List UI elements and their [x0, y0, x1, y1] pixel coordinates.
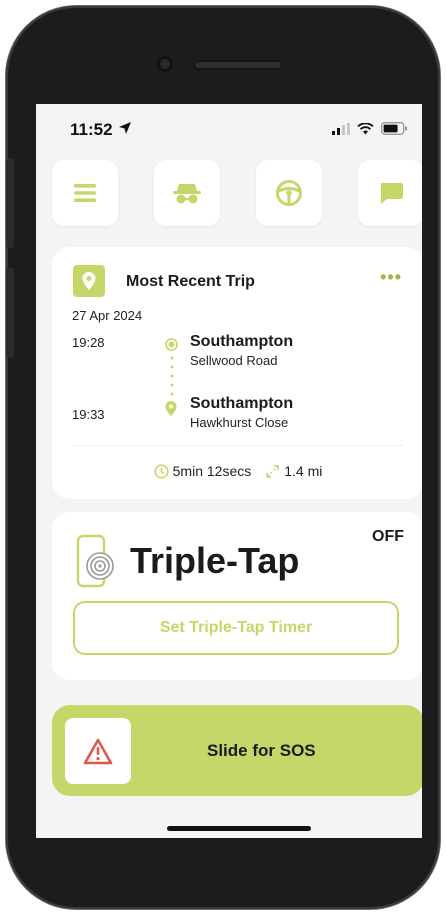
front-camera	[157, 56, 173, 72]
trip-start-place: Southampton	[190, 333, 294, 350]
triple-tap-status[interactable]: OFF	[372, 528, 404, 546]
incognito-icon	[173, 184, 201, 204]
warning-icon	[83, 738, 113, 764]
sos-slider[interactable]: Slide for SOS	[52, 705, 422, 796]
destination-pin-icon	[165, 401, 177, 416]
location-arrow-icon	[119, 122, 131, 134]
triple-tap-title: Triple-Tap	[130, 540, 300, 581]
menu-icon	[74, 184, 96, 202]
trip-duration: 5min 12secs	[172, 463, 252, 479]
signal-icon	[332, 122, 350, 135]
status-icons	[332, 122, 408, 135]
battery-icon	[381, 122, 407, 135]
origin-dot-icon	[165, 338, 178, 351]
more-options-icon[interactable]: •••	[380, 267, 402, 288]
menu-button[interactable]	[52, 160, 118, 226]
incognito-button[interactable]	[154, 160, 220, 226]
trip-distance: 1.4 mi	[284, 463, 323, 479]
phone-frame: 11:52 Most Recent Trip ••• 27 Apr 2024 1…	[6, 6, 440, 909]
volume-down-button	[6, 268, 14, 358]
trip-date: 27 Apr 2024	[72, 308, 143, 323]
distance-icon	[266, 464, 280, 478]
driving-button[interactable]	[256, 160, 322, 226]
sos-label: Slide for SOS	[207, 741, 316, 760]
home-indicator[interactable]	[167, 826, 311, 831]
trip-divider	[72, 445, 404, 446]
sos-slider-handle[interactable]	[65, 718, 131, 784]
trip-distance-stat: 1.4 mi	[265, 463, 322, 479]
app-screen: 11:52 Most Recent Trip ••• 27 Apr 2024 1…	[36, 104, 422, 838]
location-pin-icon	[82, 272, 96, 290]
trip-title: Most Recent Trip	[126, 273, 255, 290]
steering-wheel-icon	[276, 180, 302, 206]
set-triple-tap-timer-button[interactable]: Set Triple-Tap Timer	[73, 601, 399, 655]
trip-end-street: Hawkhurst Close	[190, 415, 289, 430]
clock-icon	[154, 463, 169, 479]
recent-trip-card[interactable]: Most Recent Trip ••• 27 Apr 2024 19:28 S…	[52, 247, 422, 499]
trip-start-street: Sellwood Road	[190, 353, 278, 368]
status-time: 11:52	[70, 120, 113, 139]
trip-start-time: 19:28	[72, 335, 105, 350]
phone-tap-icon	[76, 534, 114, 588]
trip-end-place: Southampton	[190, 395, 294, 412]
route-dots	[170, 356, 174, 396]
trip-duration-stat: 5min 12secs	[154, 463, 252, 479]
volume-up-button	[6, 158, 14, 248]
status-bar: 11:52	[36, 104, 422, 154]
triple-tap-card: OFF Triple-Tap Set Triple-Tap Timer	[52, 512, 422, 680]
trip-end-time: 19:33	[72, 407, 105, 422]
wifi-icon	[357, 122, 374, 134]
trip-badge	[73, 265, 105, 297]
trip-stats: 5min 12secs 1.4 mi	[52, 463, 422, 479]
chat-button[interactable]	[358, 160, 422, 226]
chat-icon	[380, 183, 403, 204]
earpiece-speaker	[193, 60, 283, 70]
